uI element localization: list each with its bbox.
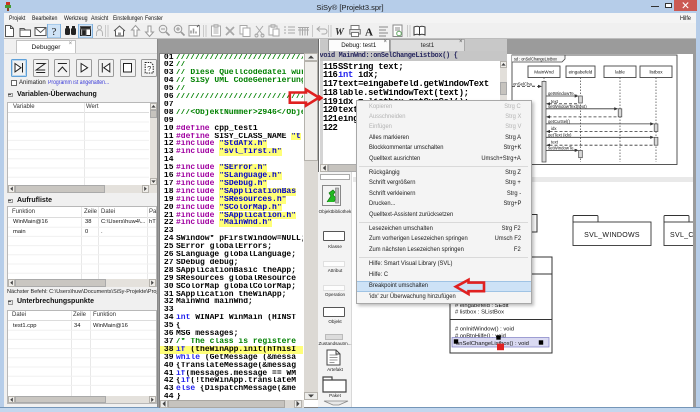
svg-text:A: A (365, 26, 373, 38)
svg-text:getWindowTe...: getWindowTe... (548, 91, 577, 96)
svg-text:# onInitWindow() : void: # onInitWindow() : void (455, 327, 514, 333)
svg-text:getCurSel(): getCurSel() (548, 119, 571, 124)
svg-text:SVL_WINDOWS: SVL_WINDOWS (584, 232, 640, 239)
svg-text:getText (idx): getText (idx) (548, 132, 572, 137)
svg-text:lable: lable (615, 70, 625, 75)
svg-text:?: ? (52, 26, 57, 38)
svg-text:idx: idx (551, 126, 557, 131)
svg-text:listbox: listbox (649, 70, 663, 75)
svg-text:eingabefeld: eingabefeld (569, 70, 593, 75)
svg-text:# eingabefeld : SEdit: # eingabefeld : SEdit (455, 303, 509, 309)
svg-text:onSelChangeListbox() : void: onSelChangeListbox() : void (456, 341, 529, 347)
svg-text:?: ? (147, 64, 151, 73)
svg-text:W: W (335, 27, 345, 38)
svg-text:setWindowText(text): setWindowText(text) (548, 104, 587, 109)
svg-text:# listbox : SListBox: # listbox : SListBox (455, 310, 504, 316)
svg-text:setWindowTe...: setWindowTe... (548, 146, 577, 151)
svg-text:text: text (551, 140, 559, 145)
svg-text:SVL_CONTR: SVL_CONTR (670, 232, 693, 239)
svg-text:sd : onSelChangeListbox: sd : onSelChangeListbox (514, 56, 557, 61)
svg-text:MainWnd: MainWnd (534, 70, 554, 75)
svg-text:onSelCha...: onSelCha... (513, 82, 535, 87)
